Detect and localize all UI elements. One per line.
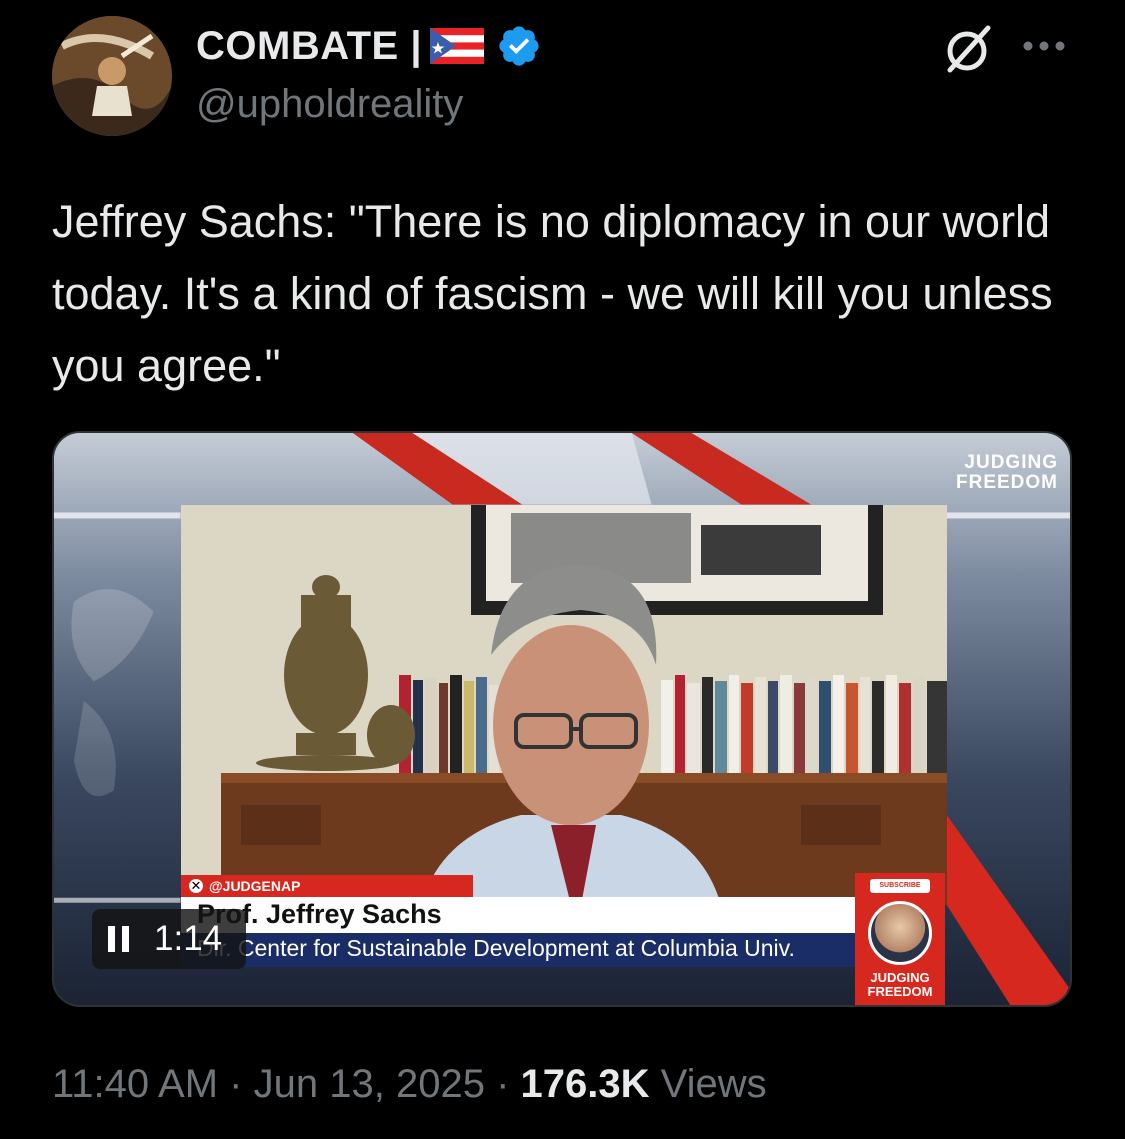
- brand-line-2: FREEDOM: [956, 472, 1058, 493]
- verified-badge-icon: [499, 26, 539, 66]
- meta-separator: ·: [496, 1062, 510, 1106]
- avatar-painting: [52, 16, 172, 136]
- tweet-time[interactable]: 11:40 AM: [52, 1062, 218, 1106]
- x-logo-icon: ✕: [189, 878, 203, 893]
- meta-separator: ·: [229, 1062, 243, 1106]
- puerto-rico-flag-icon: [430, 28, 485, 64]
- lower-third-guest-title: Dir. Center for Sustainable Development …: [181, 933, 857, 967]
- views-label: Views: [660, 1062, 767, 1106]
- lower-third: ✕ @JUDGENAP Prof. Jeffrey Sachs Dir. Cen…: [181, 875, 857, 967]
- lower-third-tag: ✕ @JUDGENAP: [181, 875, 473, 897]
- views-count: 176.3K: [520, 1062, 650, 1106]
- grok-icon[interactable]: [938, 24, 996, 74]
- judging-freedom-logo: JUDGING FREEDOM: [956, 453, 1058, 493]
- webcam-frame: [181, 505, 947, 905]
- tweet-text: Jeffrey Sachs: "There is no diplomacy in…: [52, 196, 1053, 391]
- host-avatar: [868, 901, 932, 965]
- lower-third-handle: @JUDGENAP: [209, 878, 301, 894]
- author-display-name[interactable]: COMBATE |: [196, 24, 422, 69]
- pause-icon[interactable]: [106, 924, 132, 954]
- more-icon[interactable]: [1020, 34, 1068, 58]
- video-time: 1:14: [154, 919, 223, 958]
- tweet-date[interactable]: Jun 13, 2025: [254, 1062, 485, 1106]
- video-player[interactable]: JUDGING FREEDOM ✕ @JUDGENAP Prof. Jeffre…: [52, 431, 1072, 1007]
- subscribe-button: SUBSCRIBE: [870, 879, 930, 893]
- brand-line-1: JUDGING: [964, 452, 1058, 473]
- tweet-meta: 11:40 AM · Jun 13, 2025 · 176.3K Views: [52, 1062, 767, 1107]
- subscribe-badge: SUBSCRIBE JUDGING FREEDOM: [855, 873, 945, 1005]
- speaker-scene: [181, 505, 947, 905]
- avatar[interactable]: [52, 16, 172, 136]
- badge-brand-line-2: FREEDOM: [867, 984, 933, 999]
- author-name-row: COMBATE |: [196, 20, 542, 72]
- badge-brand: JUDGING FREEDOM: [855, 971, 945, 999]
- video-controls: 1:14: [92, 909, 246, 969]
- author-handle[interactable]: @upholdreality: [196, 82, 463, 127]
- badge-brand-line-1: JUDGING: [870, 970, 930, 985]
- lower-third-guest-name: Prof. Jeffrey Sachs: [181, 897, 857, 933]
